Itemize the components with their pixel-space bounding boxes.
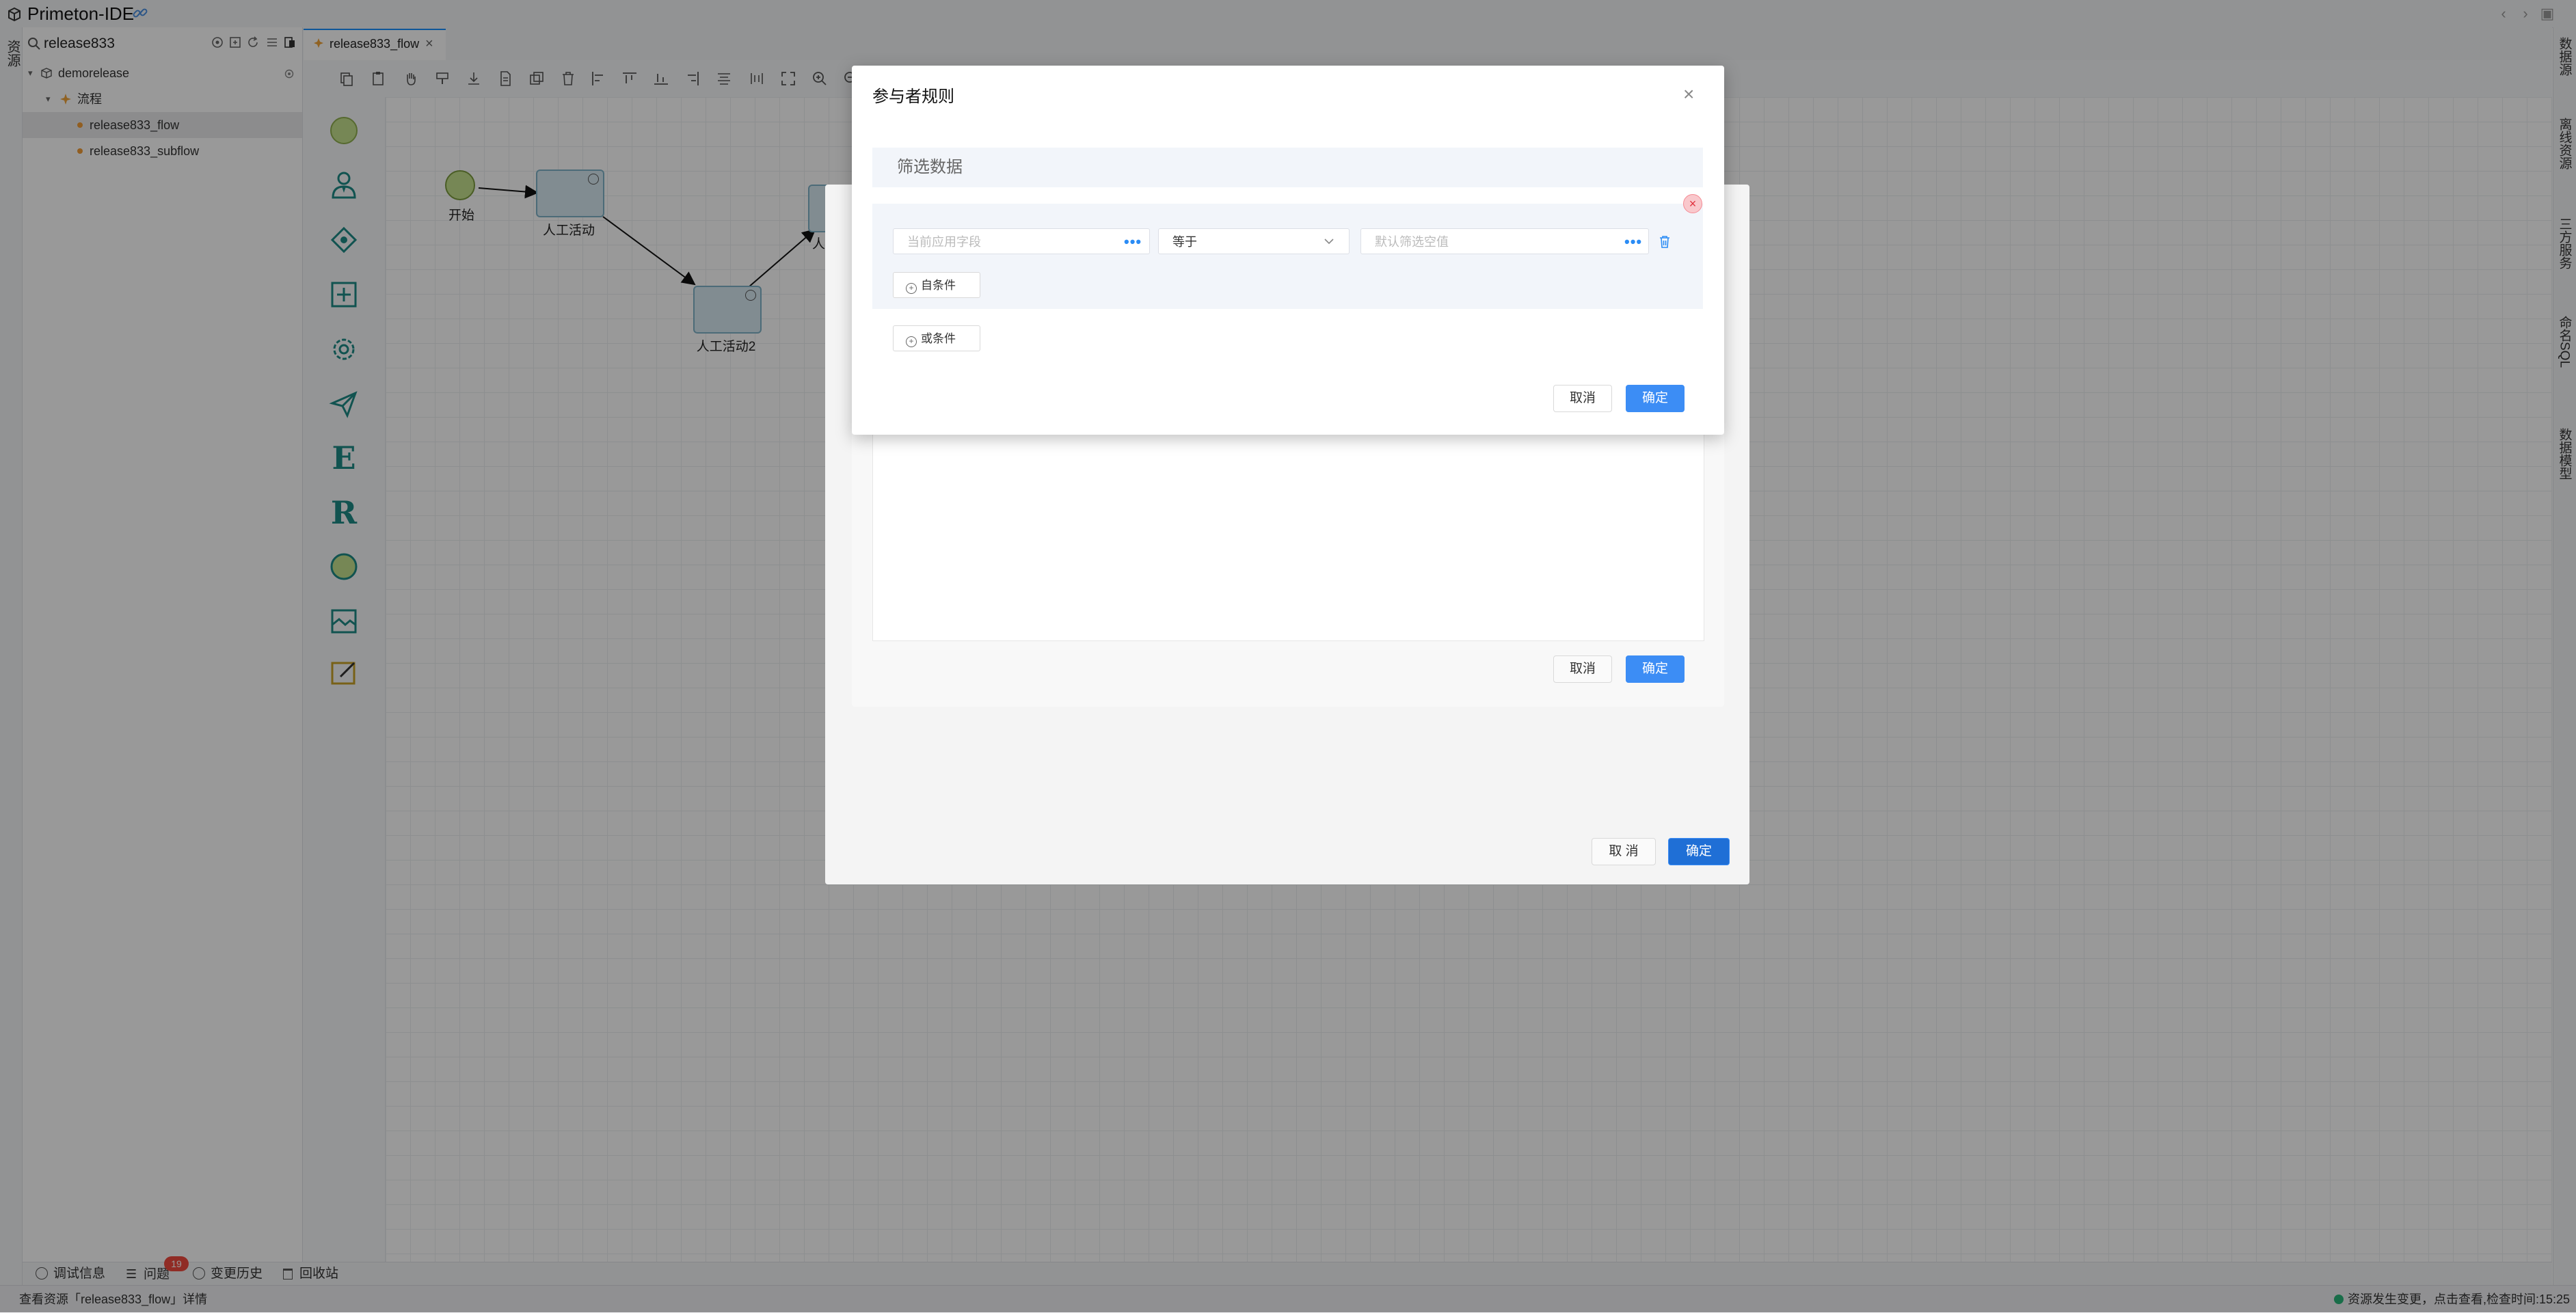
value-select-placeholder: 默认筛选空值	[1375, 235, 1449, 249]
background-dialog-ok-button[interactable]: 确定	[1668, 838, 1730, 865]
plus-circle-icon: +	[906, 283, 917, 294]
add-sub-condition-label: 自条件	[921, 279, 956, 292]
ok-button[interactable]: 确定	[1626, 385, 1685, 412]
chevron-down-icon	[1324, 239, 1334, 245]
value-picker-more-icon[interactable]: •••	[1624, 234, 1642, 249]
background-dialog-cancel-button[interactable]: 取 消	[1592, 838, 1656, 865]
middle-dialog-content	[872, 407, 1704, 641]
plus-circle-icon: +	[906, 336, 917, 347]
close-icon[interactable]: ×	[1683, 83, 1694, 105]
remove-condition-group-icon[interactable]: ×	[1683, 194, 1702, 213]
operator-value: 等于	[1172, 235, 1197, 249]
field-picker-more-icon[interactable]: •••	[1124, 234, 1142, 249]
operator-select[interactable]: 等于	[1158, 228, 1350, 254]
trash-icon[interactable]	[1659, 235, 1671, 249]
cancel-button[interactable]: 取消	[1553, 385, 1612, 412]
field-select-input[interactable]: 当前应用字段	[893, 228, 1150, 254]
condition-group	[872, 204, 1703, 309]
dialog-title: 参与者规则	[872, 87, 954, 106]
add-or-condition-button[interactable]: + 或条件	[893, 325, 980, 351]
field-select-placeholder: 当前应用字段	[907, 235, 981, 249]
add-or-condition-label: 或条件	[921, 332, 956, 345]
middle-dialog-cancel-button[interactable]: 取消	[1553, 655, 1612, 683]
value-select-input[interactable]: 默认筛选空值	[1360, 228, 1649, 254]
filter-data-title: 筛选数据	[897, 158, 963, 176]
add-sub-condition-button[interactable]: + 自条件	[893, 272, 980, 298]
filter-data-header	[872, 148, 1703, 187]
middle-dialog-ok-button[interactable]: 确定	[1626, 655, 1685, 683]
